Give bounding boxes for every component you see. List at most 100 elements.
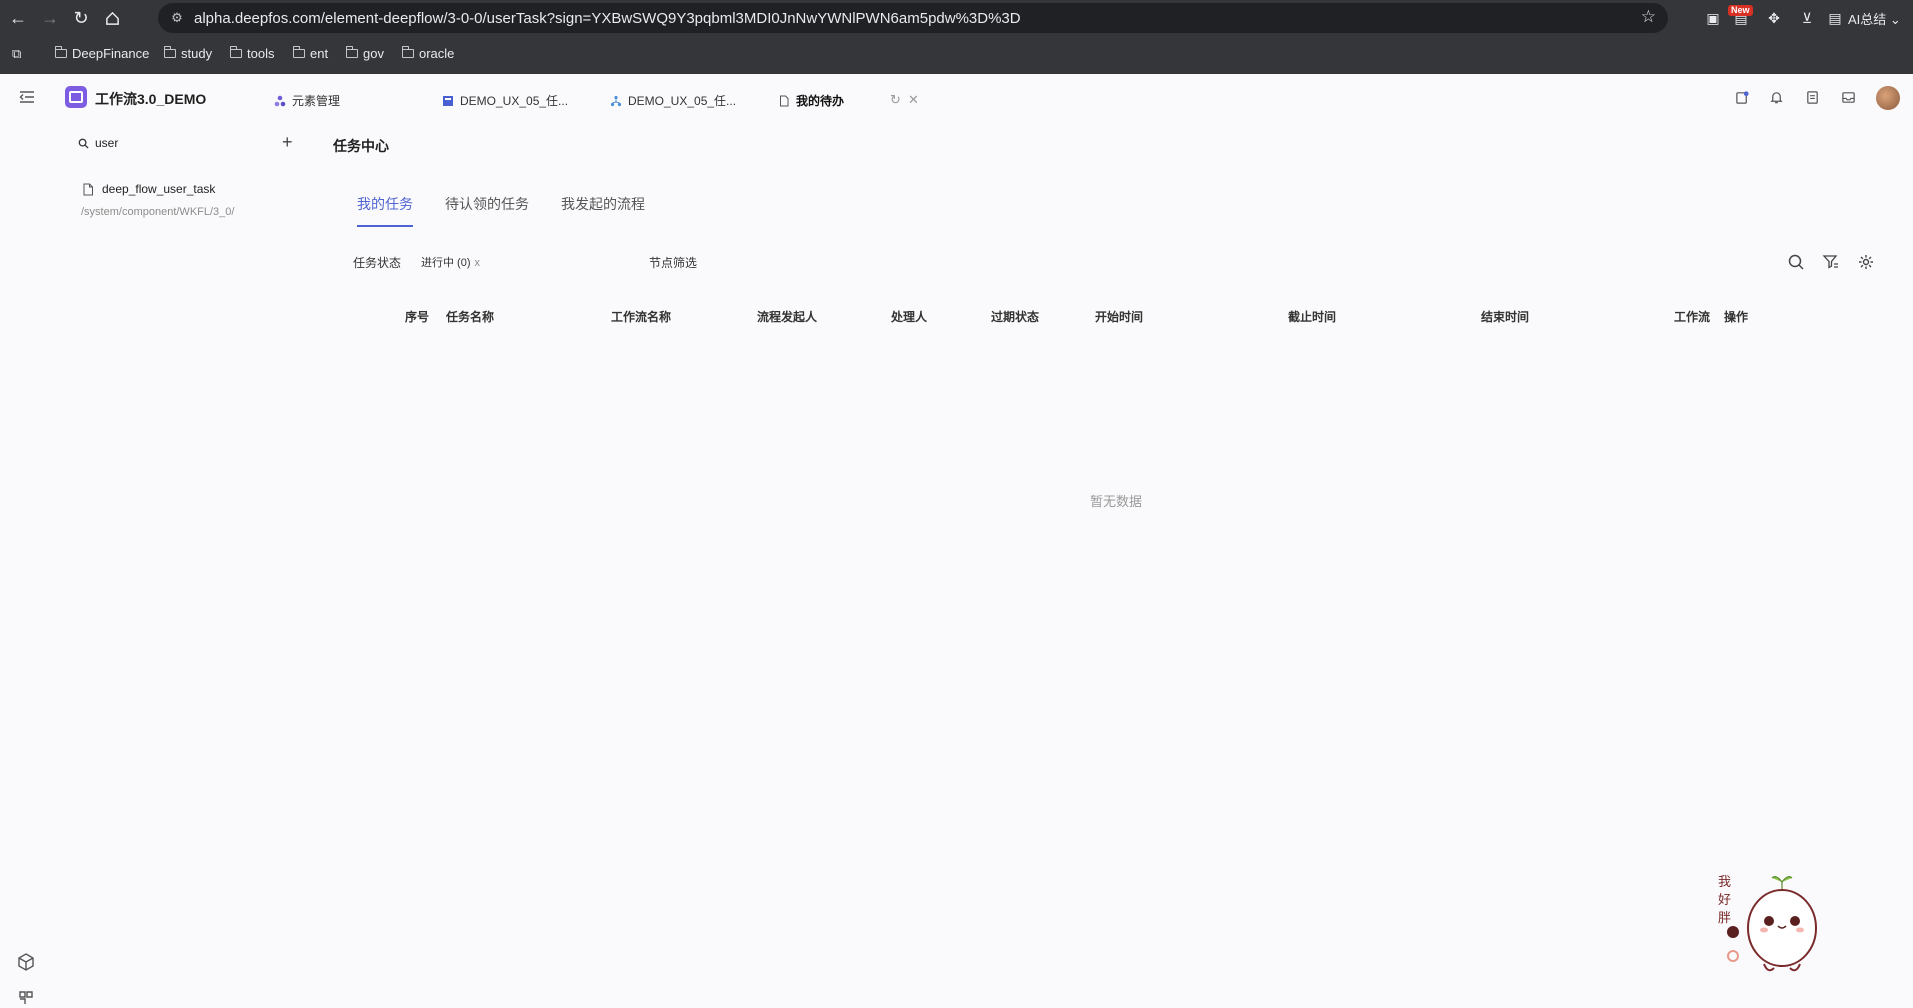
column-header[interactable]: 操作: [1724, 308, 1748, 325]
ai-summary-button[interactable]: AI总结 ⌄: [1848, 9, 1901, 28]
tree-item[interactable]: deep_flow_user_task: [82, 182, 215, 196]
form-icon: [443, 95, 453, 106]
extensions-puzzle-icon[interactable]: ✥: [1764, 8, 1784, 28]
browser-chrome: ← → ↻ ⚙ alpha.deepfos.com/element-deepfl…: [0, 0, 1913, 74]
filter-node-label: 节点筛选: [649, 256, 698, 270]
column-header[interactable]: 工作流: [1674, 308, 1710, 325]
task-badge-icon[interactable]: [1732, 87, 1752, 107]
document-icon: [83, 183, 93, 195]
filter-bar: 任务状态 进行中 (0) x 节点筛选: [353, 253, 1883, 273]
tab-element-management[interactable]: 元素管理: [274, 92, 340, 109]
column-header[interactable]: 结束时间: [1481, 308, 1529, 325]
inbox-icon[interactable]: [1838, 87, 1858, 107]
bookmark-label: tools: [247, 46, 275, 61]
bookmark-oracle[interactable]: oracle: [402, 46, 454, 61]
filter-icon[interactable]: [1822, 253, 1840, 271]
refresh-tab-icon[interactable]: ↻: [890, 92, 901, 108]
column-header[interactable]: 流程发起人: [757, 308, 817, 325]
folder-icon: [164, 46, 176, 58]
column-header[interactable]: 开始时间: [1095, 308, 1143, 325]
sidebar-search[interactable]: user: [78, 136, 118, 150]
address-bar[interactable]: ⚙ alpha.deepfos.com/element-deepflow/3-0…: [158, 3, 1668, 33]
column-header[interactable]: 任务名称: [446, 308, 494, 325]
tree-item-label: deep_flow_user_task: [102, 182, 216, 196]
bookmark-gov[interactable]: gov: [346, 46, 384, 61]
tab-my-todo[interactable]: 我的待办: [778, 92, 844, 109]
clear-status-filter-icon[interactable]: x: [475, 257, 481, 269]
ai-summary-label: AI总结: [1848, 12, 1887, 27]
mascot-char: 好: [1718, 893, 1731, 908]
app-name[interactable]: 工作流3.0_DEMO: [95, 89, 206, 109]
bookmark-label: gov: [363, 46, 384, 61]
bookmarks-bar: ⧉ DeepFinance study tools ent gov oracle: [0, 40, 1913, 68]
column-header[interactable]: 序号: [405, 308, 429, 325]
bookmark-label: DeepFinance: [72, 46, 150, 61]
bookmark-study[interactable]: study: [164, 46, 212, 61]
tab-label: DEMO_UX_05_任...: [628, 94, 737, 108]
search-input[interactable]: user: [95, 136, 118, 150]
downloads-icon[interactable]: ⊻: [1797, 8, 1817, 28]
sidebar: user + deep_flow_user_task /system/compo…: [0, 124, 300, 1005]
bookmark-label: study: [181, 46, 213, 61]
tab-label: 我的待办: [796, 94, 845, 108]
tab-initiated-processes[interactable]: 我发起的流程: [561, 194, 645, 214]
column-header[interactable]: 工作流名称: [611, 308, 671, 325]
folder-icon: [293, 46, 305, 58]
filter-status-select[interactable]: 进行中 (0) x: [421, 254, 480, 270]
apps-icon[interactable]: ⧉: [12, 46, 21, 62]
column-header[interactable]: 截止时间: [1288, 308, 1336, 325]
back-icon[interactable]: ←: [6, 6, 30, 30]
user-avatar[interactable]: [1876, 86, 1900, 110]
page-title: 任务中心: [333, 138, 389, 154]
mascot-widget[interactable]: 我 好 胖: [1716, 870, 1818, 982]
bookmark-label: oracle: [419, 46, 455, 61]
active-tab-indicator: [357, 225, 413, 227]
mascot-icon: 我 好 胖: [1718, 875, 1817, 972]
tab-my-tasks[interactable]: 我的任务: [357, 194, 413, 214]
forward-icon[interactable]: →: [38, 6, 62, 30]
collapse-menu-icon[interactable]: [18, 88, 36, 106]
workflow-icon: [610, 95, 622, 106]
notes-icon[interactable]: [1802, 87, 1822, 107]
tab-label: DEMO_UX_05_任...: [460, 94, 569, 108]
bookmark-deepfinance[interactable]: DeepFinance: [55, 46, 149, 61]
extension-translate-icon[interactable]: ▣: [1703, 8, 1723, 28]
column-header[interactable]: 过期状态: [991, 308, 1039, 325]
filter-status-label: 任务状态: [353, 256, 402, 270]
settings-gear-icon[interactable]: [1857, 253, 1875, 271]
filter-node-select[interactable]: [719, 254, 919, 270]
column-header[interactable]: 处理人: [891, 308, 927, 325]
add-button[interactable]: +: [282, 133, 293, 151]
tab-label: 元素管理: [292, 94, 341, 108]
tab-demo-ux-05-a[interactable]: DEMO_UX_05_任...: [442, 92, 568, 109]
new-badge: New: [1728, 5, 1753, 16]
cube-icon[interactable]: [16, 952, 36, 972]
tab-demo-ux-05-b[interactable]: DEMO_UX_05_任...: [610, 92, 736, 109]
plugin-icon[interactable]: [16, 988, 36, 1008]
search-icon[interactable]: [1787, 253, 1805, 271]
bookmark-label: ent: [310, 46, 329, 61]
folder-icon: [230, 46, 242, 58]
mascot-char: 胖: [1718, 911, 1731, 926]
ai-summary-icon: ▤: [1828, 9, 1842, 26]
tab-to-claim-tasks[interactable]: 待认领的任务: [445, 194, 529, 214]
bell-icon[interactable]: [1766, 87, 1786, 107]
reload-icon[interactable]: ↻: [69, 6, 93, 30]
bookmark-ent[interactable]: ent: [293, 46, 328, 61]
app-header: 工作流3.0_DEMO 元素管理 DEMO_UX_05_任... DEMO_UX…: [0, 74, 1913, 124]
site-info-icon[interactable]: ⚙: [168, 9, 186, 27]
bookmark-tools[interactable]: tools: [230, 46, 274, 61]
empty-state: 暂无数据: [1090, 494, 1143, 509]
search-icon: [78, 138, 89, 149]
tree-item-path: /system/component/WKFL/3_0/: [81, 206, 235, 218]
folder-icon: [402, 46, 414, 58]
mascot-char: 我: [1718, 875, 1731, 890]
home-icon[interactable]: [100, 6, 124, 30]
bookmark-star-icon[interactable]: ☆: [1641, 7, 1656, 27]
close-tab-icon[interactable]: ✕: [908, 92, 919, 108]
document-icon: [780, 95, 789, 106]
url-text: alpha.deepfos.com/element-deepflow/3-0-0…: [194, 10, 1021, 27]
folder-icon: [55, 46, 67, 58]
table-header: 序号 任务名称 工作流名称 流程发起人 处理人 过期状态 开始时间 截止时间 结…: [353, 304, 1883, 328]
element-icon: [274, 95, 286, 106]
